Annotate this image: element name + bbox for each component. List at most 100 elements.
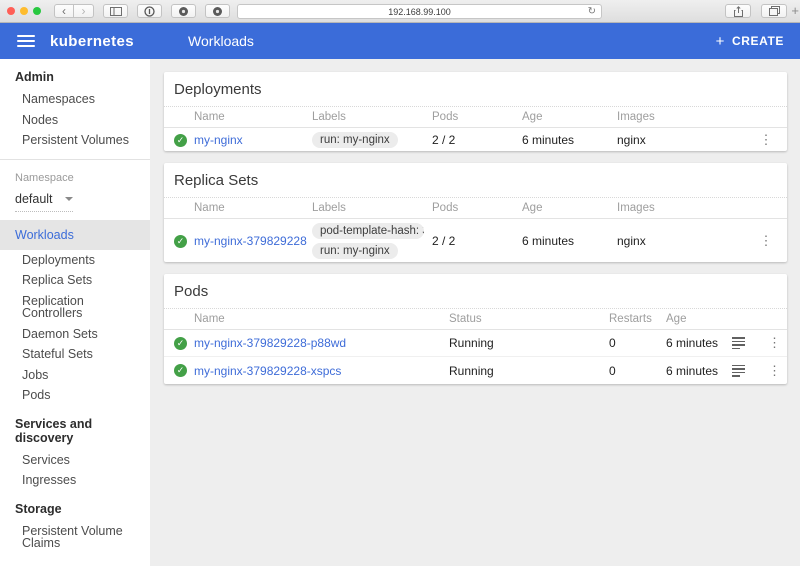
replica-sets-header-row: Name Labels Pods Age Images <box>164 198 787 219</box>
create-button[interactable]: CREATE <box>716 33 784 50</box>
deployments-card: Deployments Name Labels Pods Age Images … <box>164 72 787 151</box>
images-value: nginx <box>617 234 745 248</box>
row-menu-icon[interactable] <box>745 233 787 249</box>
pods-card: Pods Name Status Restarts Age my-nginx-3… <box>164 274 787 384</box>
col-age: Age <box>666 313 732 325</box>
pods-count: 2 / 2 <box>432 133 522 147</box>
col-name: Name <box>194 202 312 214</box>
sidebar-item-pods[interactable]: Pods <box>0 385 150 406</box>
new-tab-button[interactable]: + <box>791 3 799 18</box>
namespace-value: default <box>15 192 53 206</box>
label-chip: pod-template-hash: 37... <box>312 223 424 239</box>
sidebar-icon <box>110 7 122 16</box>
col-images: Images <box>617 202 745 214</box>
table-row: my-nginx-379829228-p88wd Running 0 6 min… <box>164 330 787 357</box>
sidebar-item-persistent-volumes[interactable]: Persistent Volumes <box>0 130 150 151</box>
col-name: Name <box>194 111 312 123</box>
status-value: Running <box>449 364 609 378</box>
col-pods: Pods <box>432 202 522 214</box>
sidebar-item-workloads[interactable]: Workloads <box>0 220 150 250</box>
logs-icon[interactable] <box>732 337 745 349</box>
sidebar-item-jobs[interactable]: Jobs <box>0 365 150 386</box>
extension-button-3[interactable] <box>205 4 230 18</box>
col-pods: Pods <box>432 111 522 123</box>
col-restarts: Restarts <box>609 313 666 325</box>
sidebar-toggle-button[interactable] <box>103 4 128 18</box>
logs-icon[interactable] <box>732 365 745 377</box>
table-row: my-nginx run: my-nginx 2 / 2 6 minutes n… <box>164 128 787 151</box>
sidebar-item-replica-sets[interactable]: Replica Sets <box>0 270 150 291</box>
row-menu-icon[interactable] <box>762 335 787 351</box>
app-header: kubernetes Workloads CREATE <box>0 23 800 59</box>
sidebar-item-replication-controllers[interactable]: Replication Controllers <box>0 291 150 324</box>
sidebar-item-storage[interactable]: Storage <box>0 491 150 521</box>
sidebar: Admin Namespaces Nodes Persistent Volume… <box>0 59 150 566</box>
zoom-window-button[interactable] <box>33 7 41 15</box>
sidebar-item-ingresses[interactable]: Ingresses <box>0 470 150 491</box>
circle-badge-icon <box>144 6 155 17</box>
restarts-value: 0 <box>609 364 666 378</box>
close-window-button[interactable] <box>7 7 15 15</box>
restarts-value: 0 <box>609 336 666 350</box>
address-bar[interactable]: 192.168.99.100 <box>237 4 602 19</box>
show-all-tabs-button[interactable] <box>761 4 787 18</box>
app-logo[interactable]: kubernetes <box>50 33 134 50</box>
pods-header-row: Name Status Restarts Age <box>164 309 787 330</box>
col-age: Age <box>522 111 617 123</box>
sidebar-item-services[interactable]: Services <box>0 450 150 471</box>
row-menu-icon[interactable] <box>762 363 787 379</box>
col-name: Name <box>194 313 449 325</box>
sidebar-item-deployments[interactable]: Deployments <box>0 250 150 271</box>
page-title: Workloads <box>188 33 254 49</box>
replica-sets-card: Replica Sets Name Labels Pods Age Images… <box>164 163 787 262</box>
sidebar-item-persistent-volume-claims[interactable]: Persistent Volume Claims <box>0 521 150 554</box>
col-labels: Labels <box>312 202 432 214</box>
sidebar-item-nodes[interactable]: Nodes <box>0 110 150 131</box>
row-menu-icon[interactable] <box>745 132 787 148</box>
create-button-label: CREATE <box>732 34 784 48</box>
namespace-label: Namespace <box>0 160 150 186</box>
hamburger-menu-icon[interactable] <box>17 35 35 47</box>
label-chip: run: my-nginx <box>312 132 398 148</box>
sidebar-item-services-and-discovery[interactable]: Services and discovery <box>0 406 150 450</box>
url-text: 192.168.99.100 <box>388 7 451 17</box>
replica-set-link[interactable]: my-nginx-379829228 <box>194 234 312 248</box>
card-title-deployments: Deployments <box>164 72 787 107</box>
age-value: 6 minutes <box>522 133 617 147</box>
namespace-select[interactable]: default <box>15 192 73 212</box>
sidebar-item-namespaces[interactable]: Namespaces <box>0 89 150 110</box>
status-ok-icon <box>174 337 187 350</box>
age-value: 6 minutes <box>666 364 732 378</box>
pod-link[interactable]: my-nginx-379829228-xspcs <box>194 364 449 378</box>
sidebar-item-daemon-sets[interactable]: Daemon Sets <box>0 324 150 345</box>
reload-icon[interactable] <box>588 5 596 18</box>
forward-button[interactable] <box>74 4 94 18</box>
images-value: nginx <box>617 133 745 147</box>
share-button[interactable] <box>725 4 751 18</box>
main-content: Deployments Name Labels Pods Age Images … <box>150 59 800 566</box>
col-age: Age <box>522 202 617 214</box>
browser-chrome: 192.168.99.100 + <box>0 0 800 23</box>
card-title-pods: Pods <box>164 274 787 309</box>
col-images: Images <box>617 111 745 123</box>
label-chip: run: my-nginx <box>312 243 398 259</box>
minimize-window-button[interactable] <box>20 7 28 15</box>
card-title-replica-sets: Replica Sets <box>164 163 787 198</box>
col-labels: Labels <box>312 111 432 123</box>
sidebar-item-config[interactable]: Config <box>0 554 150 566</box>
sidebar-item-stateful-sets[interactable]: Stateful Sets <box>0 344 150 365</box>
chevron-down-icon <box>65 197 73 201</box>
deployment-link[interactable]: my-nginx <box>194 133 312 147</box>
extension-button-2[interactable] <box>171 4 196 18</box>
status-ok-icon <box>174 134 187 147</box>
back-button[interactable] <box>54 4 74 18</box>
extension-icon <box>178 6 189 17</box>
pod-link[interactable]: my-nginx-379829228-p88wd <box>194 336 449 350</box>
table-row: my-nginx-379829228-xspcs Running 0 6 min… <box>164 357 787 384</box>
extension-button-1[interactable] <box>137 4 162 18</box>
table-row: my-nginx-379829228 pod-template-hash: 37… <box>164 219 787 262</box>
share-icon <box>734 6 743 17</box>
age-value: 6 minutes <box>666 336 732 350</box>
tabs-overview-icon <box>769 6 780 16</box>
sidebar-item-admin[interactable]: Admin <box>0 59 150 89</box>
